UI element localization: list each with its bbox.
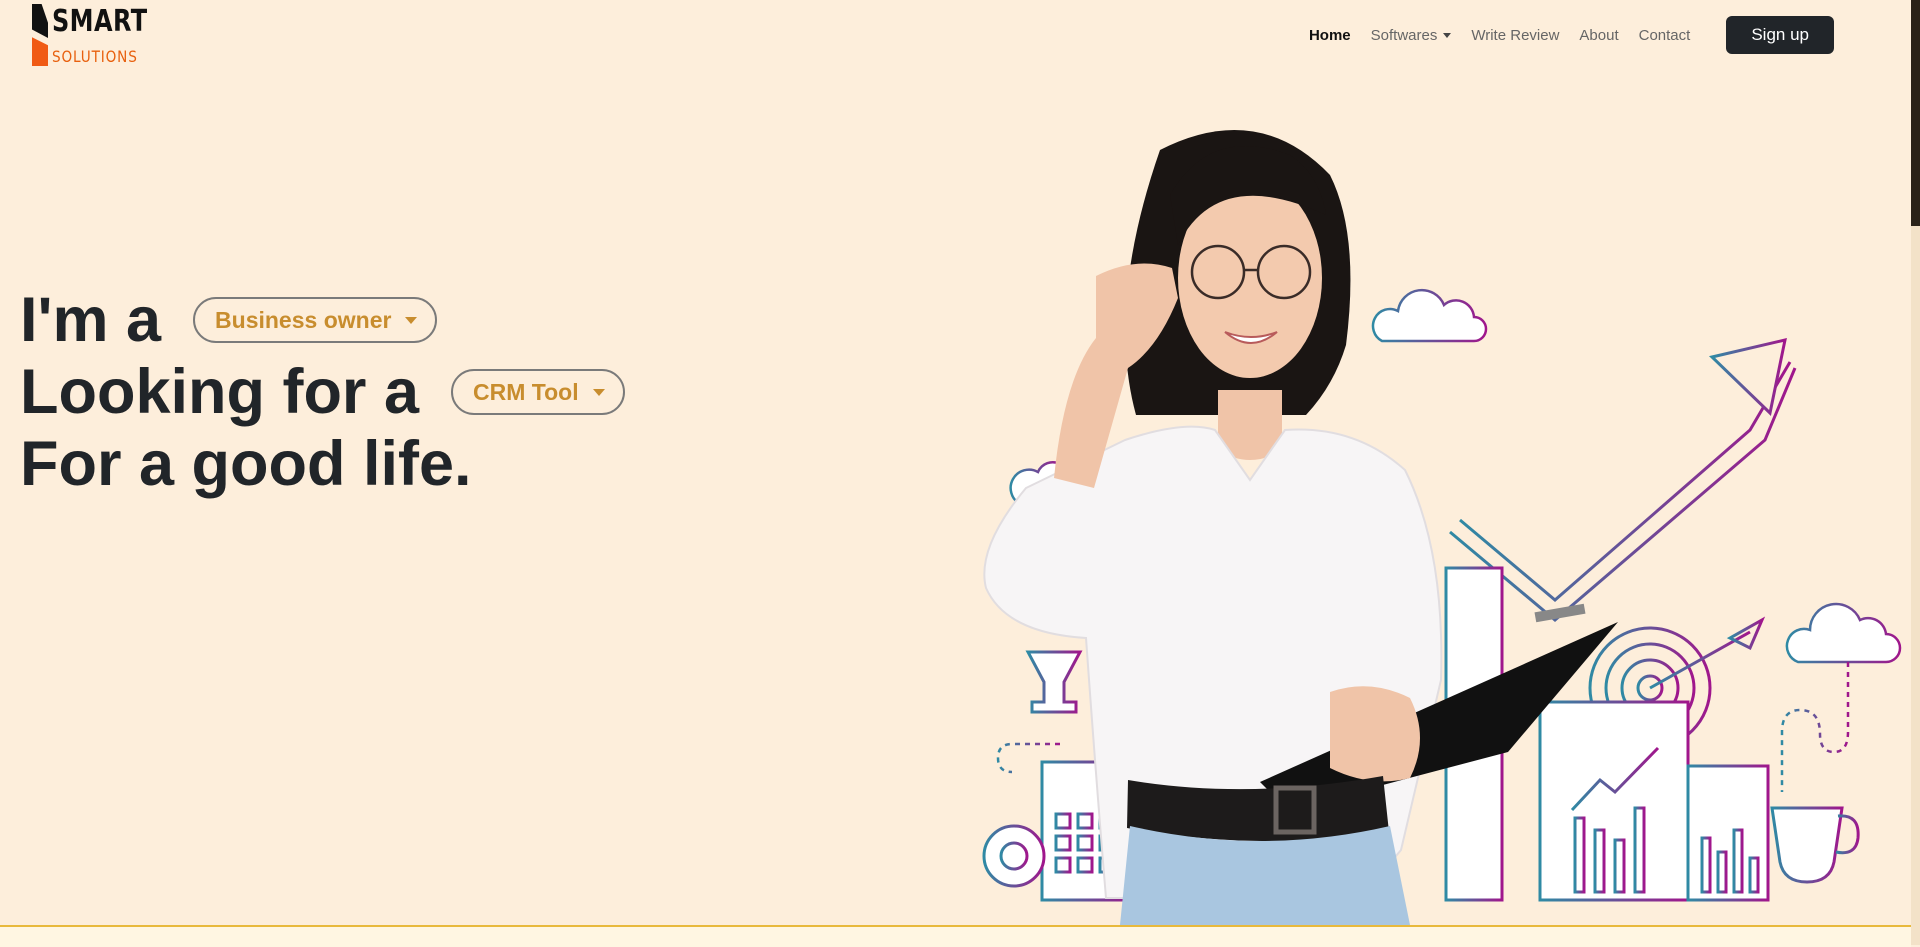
hero-line-tool: Looking for a CRM Tool bbox=[20, 356, 625, 428]
role-select[interactable]: Business owner bbox=[193, 297, 438, 343]
brand-logo[interactable]: SMART SOLUTIONS bbox=[30, 4, 170, 66]
caret-down-icon bbox=[405, 316, 418, 324]
nav-contact[interactable]: Contact bbox=[1639, 27, 1691, 44]
nav-write-review[interactable]: Write Review bbox=[1471, 27, 1559, 44]
page-scrollbar[interactable] bbox=[1911, 0, 1920, 945]
logo-mark-icon bbox=[32, 4, 48, 38]
tool-select-value: CRM Tool bbox=[472, 379, 579, 405]
hero-line2-prefix: Looking for a bbox=[20, 357, 419, 427]
cloud-icon bbox=[1780, 602, 1902, 792]
caret-down-icon bbox=[1443, 33, 1452, 39]
hero-line1-prefix: I'm a bbox=[20, 285, 162, 355]
nav-softwares-label: Softwares bbox=[1370, 26, 1438, 44]
next-section-edge bbox=[0, 925, 1911, 947]
trophy-icon bbox=[1025, 650, 1083, 714]
nav-home[interactable]: Home bbox=[1309, 27, 1351, 44]
logo-mark-accent bbox=[32, 37, 48, 66]
logo-word-secondary: SOLUTIONS bbox=[52, 47, 138, 66]
main-nav: Home Softwares Write Review About Contac… bbox=[1309, 16, 1834, 54]
logo-word-primary: SMART bbox=[52, 4, 148, 39]
hero-illustration bbox=[955, 130, 1902, 925]
coffee-cup-icon bbox=[1770, 806, 1860, 900]
nav-about[interactable]: About bbox=[1579, 27, 1618, 44]
nav-softwares[interactable]: Softwares bbox=[1371, 27, 1452, 44]
cloud-icon bbox=[1371, 288, 1488, 343]
caret-down-icon bbox=[592, 388, 605, 396]
scrollbar-thumb[interactable] bbox=[1911, 0, 1920, 226]
signup-button[interactable]: Sign up bbox=[1726, 16, 1834, 54]
gear-icon bbox=[982, 824, 1046, 888]
tool-select[interactable]: CRM Tool bbox=[450, 369, 625, 415]
role-select-value: Business owner bbox=[215, 307, 392, 333]
hero-headline: I'm a Business owner Looking for a CRM T… bbox=[20, 284, 625, 500]
hero-line-role: I'm a Business owner bbox=[20, 284, 625, 356]
hero-line-tagline: For a good life. bbox=[20, 429, 472, 499]
